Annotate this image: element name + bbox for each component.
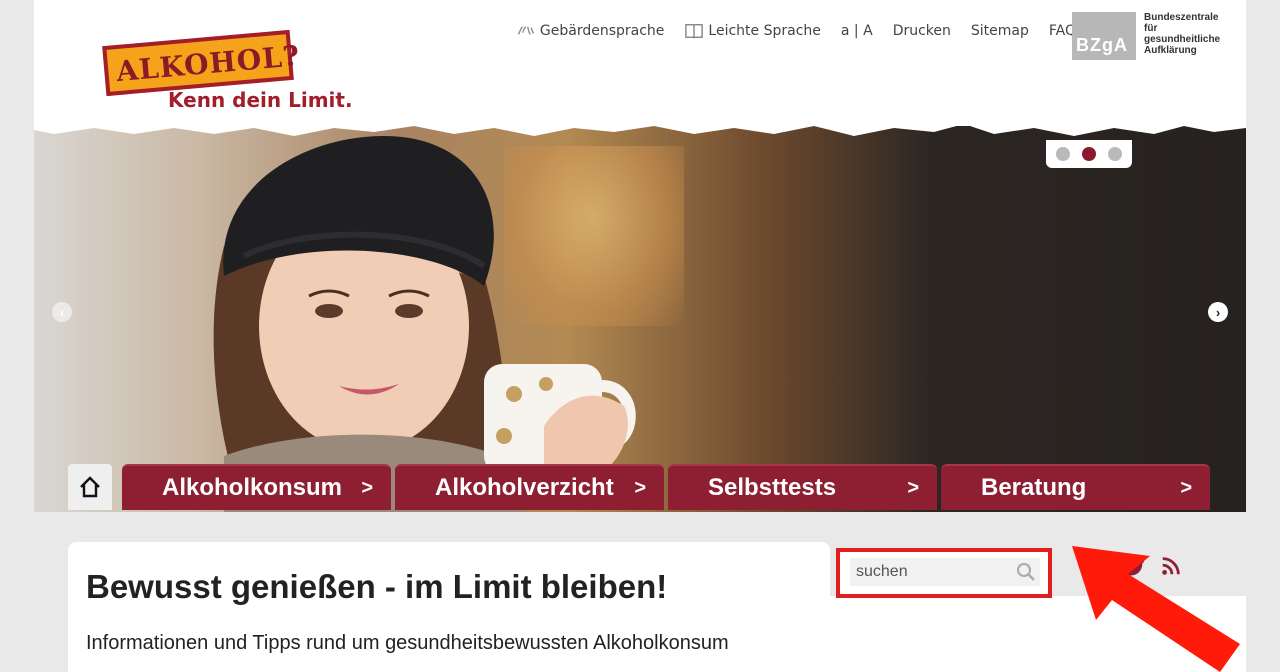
bzga-logo-link[interactable]: BZgA Bundeszentrale für gesundheitliche … xyxy=(1072,12,1228,60)
print-label: Drucken xyxy=(892,23,951,39)
nav-tab-beratung[interactable]: Beratung > xyxy=(941,464,1210,510)
chevron-right-icon: > xyxy=(634,476,646,499)
slider-dot-3[interactable] xyxy=(1108,147,1122,161)
sign-language-label: Gebärdensprache xyxy=(539,23,665,39)
easy-language-icon xyxy=(685,24,704,39)
logo-tagline: Kenn dein Limit. xyxy=(168,88,353,112)
page-subtitle: Informationen und Tipps rund um gesundhe… xyxy=(86,632,729,654)
content-area: Bewusst genießen - im Limit bleiben! Inf… xyxy=(34,512,1246,672)
bzga-name: Bundeszentrale für gesundheitliche Aufkl… xyxy=(1144,12,1221,56)
font-size-label: a | A xyxy=(840,23,873,39)
chevron-right-icon: › xyxy=(1215,304,1221,320)
sitemap-label: Sitemap xyxy=(970,23,1029,39)
chevron-right-icon: > xyxy=(361,476,373,499)
font-size-toggle[interactable]: a | A xyxy=(841,23,873,39)
chevron-right-icon: > xyxy=(907,476,919,499)
search-input[interactable] xyxy=(850,558,1040,586)
annotation-arrow xyxy=(1072,546,1240,672)
sign-language-icon xyxy=(517,26,535,35)
easy-language-link[interactable]: Leichte Sprache xyxy=(684,22,821,40)
intro-card: Bewusst genießen - im Limit bleiben! Inf… xyxy=(68,542,830,672)
slider-dot-1[interactable] xyxy=(1056,147,1070,161)
torn-edge-decoration xyxy=(34,116,1246,136)
print-link[interactable]: Drucken xyxy=(893,23,951,39)
page: ALKOHOL? Kenn dein Limit. Gebärdensprach… xyxy=(34,0,1246,672)
logo-badge: ALKOHOL? xyxy=(102,29,302,97)
slider-next-button[interactable]: › xyxy=(1208,302,1228,322)
sitemap-link[interactable]: Sitemap xyxy=(971,23,1029,39)
nav-tab-alkoholverzicht[interactable]: Alkoholverzicht > xyxy=(395,464,664,510)
search-icon[interactable] xyxy=(1016,562,1036,582)
nav-tab-label: Alkoholverzicht xyxy=(435,474,614,501)
page-title: Bewusst genießen - im Limit bleiben! xyxy=(86,568,668,605)
home-tab[interactable] xyxy=(68,464,112,510)
bzga-logo: BZgA xyxy=(1072,12,1136,60)
main-nav: Alkoholkonsum > Alkoholverzicht > Selbst… xyxy=(68,464,1210,510)
search-box-highlight xyxy=(836,548,1052,598)
sign-language-link[interactable]: Gebärdensprache xyxy=(516,22,665,40)
chevron-right-icon: > xyxy=(1180,476,1192,499)
logo-text: ALKOHOL? xyxy=(115,39,302,89)
slider-prev-button[interactable]: ‹ xyxy=(52,302,72,322)
hero-slider: ‹ › xyxy=(34,126,1246,512)
hero-image-woman-with-cup xyxy=(213,136,636,512)
home-icon xyxy=(80,476,100,498)
nav-tab-label: Beratung xyxy=(981,474,1087,501)
nav-tab-label: Alkoholkonsum xyxy=(162,474,343,501)
site-logo[interactable]: ALKOHOL? Kenn dein Limit. xyxy=(102,29,364,118)
slider-dot-2[interactable] xyxy=(1082,147,1096,161)
nav-tab-label: Selbsttests xyxy=(708,474,837,501)
service-nav: Gebärdensprache Leichte Sprache a | A Dr… xyxy=(516,22,1076,40)
nav-tab-alkoholkonsum[interactable]: Alkoholkonsum > xyxy=(122,464,391,510)
nav-tab-selbsttests[interactable]: Selbsttests > xyxy=(668,464,937,510)
chevron-left-icon: ‹ xyxy=(59,304,65,320)
easy-language-label: Leichte Sprache xyxy=(708,23,821,39)
